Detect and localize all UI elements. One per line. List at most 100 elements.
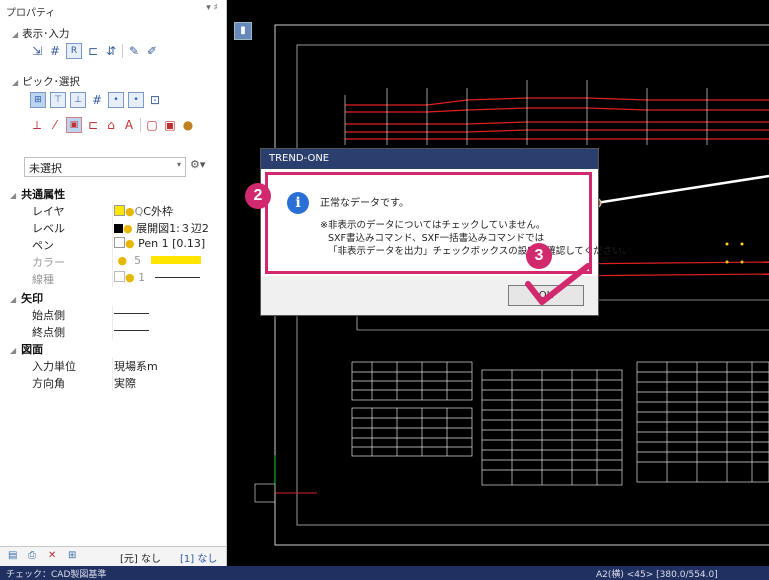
property-value: ● 1 bbox=[114, 271, 200, 284]
dropper-icon[interactable]: ✐ bbox=[145, 44, 159, 58]
panel-title: プロパティ bbox=[6, 8, 56, 19]
selection-filter-select[interactable]: 未選択 ▾ bbox=[24, 157, 186, 177]
display-toolbar: ⇲ # R ⊏ ⇵ ✎ ✐ bbox=[30, 43, 159, 59]
snap-icon[interactable]: ⊏ bbox=[86, 44, 100, 58]
select-window-icon[interactable]: ▢ bbox=[145, 118, 159, 132]
property-row-input-unit[interactable]: 入力単位 現場系m bbox=[16, 357, 221, 374]
tab-original[interactable]: [元] なし bbox=[120, 550, 161, 565]
panel-footer: ▤ ⎙ ✕ ⊞ [元] なし [1] なし bbox=[0, 546, 226, 567]
delete-icon[interactable]: ✕ bbox=[48, 550, 56, 561]
dialog-titlebar[interactable]: TREND-ONE bbox=[261, 149, 598, 169]
property-key: 入力単位 bbox=[32, 360, 76, 373]
grid-view-icon[interactable]: ⊞ bbox=[68, 550, 76, 561]
property-row-pen[interactable]: ペン ● Pen 1 [0.13] bbox=[16, 236, 221, 253]
select-rect-icon[interactable]: ▣ bbox=[66, 117, 82, 133]
property-value: 現場系m bbox=[114, 360, 158, 373]
view-info-icon[interactable]: ▮ bbox=[234, 22, 252, 40]
property-value: ● 展開図1:３辺2 bbox=[114, 220, 209, 236]
collapse-icon: ◢ bbox=[10, 346, 17, 355]
level-swatch bbox=[114, 224, 123, 233]
bulb-icon: ● bbox=[125, 205, 135, 218]
property-value: ●QC外枠 bbox=[114, 203, 173, 219]
selection-filter-value: 未選択 bbox=[29, 162, 62, 175]
property-row-layer[interactable]: レイヤ ●QC外枠 bbox=[16, 202, 221, 219]
arrow-line-preview bbox=[114, 330, 149, 331]
property-key: 線種 bbox=[32, 273, 54, 286]
property-key: カラー bbox=[32, 256, 65, 269]
select-polyline-icon[interactable]: ⁄ bbox=[48, 118, 62, 132]
filter-tool-icon[interactable]: ⚙▾ bbox=[190, 158, 205, 171]
pen-swatch bbox=[114, 237, 125, 248]
bulb-icon: ● bbox=[125, 271, 135, 284]
group-arrow[interactable]: ◢ 矢印 bbox=[10, 290, 43, 306]
layer-icon[interactable]: ▤ bbox=[8, 550, 17, 561]
grid-icon[interactable]: # bbox=[48, 44, 62, 58]
section-pick-select[interactable]: ◢ ピック･選択 bbox=[12, 74, 80, 89]
property-key: 始点側 bbox=[32, 309, 65, 322]
property-row-end-side[interactable]: 終点側 bbox=[16, 323, 221, 340]
group-common[interactable]: ◢ 共通属性 bbox=[10, 186, 65, 202]
layer-color-swatch bbox=[114, 205, 125, 216]
print-icon[interactable]: ⎙ bbox=[28, 550, 36, 561]
pick-toolbar-1: ⊞ ⊤ ⊥ # • • ⊡ bbox=[30, 92, 162, 108]
pick-toolbar-2: ⟂ ⁄ ▣ ⊏ ⌂ A ▢ ▣ ● bbox=[30, 117, 195, 133]
property-value bbox=[114, 324, 149, 337]
step-badge-2: 2 bbox=[245, 183, 271, 209]
color-swatch bbox=[150, 256, 201, 264]
pick-cross-icon[interactable]: # bbox=[90, 93, 104, 107]
property-row-color[interactable]: カラー ● 5 bbox=[16, 253, 221, 270]
section-display-input[interactable]: ◢ 表示･入力 bbox=[12, 26, 69, 41]
dialog-title: TREND-ONE bbox=[269, 153, 330, 164]
pick-line-icon[interactable]: ⊥ bbox=[70, 92, 86, 108]
pick-point-icon[interactable]: ⊤ bbox=[50, 92, 66, 108]
toolbar-separator bbox=[140, 118, 141, 132]
property-row-direction[interactable]: 方向角 実際 bbox=[16, 374, 221, 391]
collapse-icon: ◢ bbox=[10, 295, 17, 304]
layer-switch-icon[interactable]: ⇵ bbox=[104, 44, 118, 58]
property-key: レベル bbox=[32, 222, 65, 235]
select-house-icon[interactable]: ⌂ bbox=[104, 118, 118, 132]
select-line-icon[interactable]: ⟂ bbox=[30, 118, 44, 132]
bulb-icon: ● bbox=[125, 237, 135, 250]
status-right: A2(横) <45> [380.0/554.0] bbox=[596, 570, 718, 580]
chevron-down-icon: ▾ bbox=[176, 160, 181, 169]
property-value bbox=[114, 307, 149, 320]
status-left: チェック：CAD製図基準 bbox=[6, 570, 107, 580]
bulb-icon: ● bbox=[117, 254, 128, 267]
arrow-line-preview bbox=[114, 313, 149, 314]
toolbar-separator bbox=[122, 44, 123, 58]
pick-end-icon[interactable]: • bbox=[108, 92, 124, 108]
select-bag-icon[interactable]: ● bbox=[181, 118, 195, 132]
cursor-icon[interactable]: ⇲ bbox=[30, 44, 44, 58]
pick-ref-icon[interactable]: ⊡ bbox=[148, 93, 162, 107]
pick-all-icon[interactable]: ⊞ bbox=[30, 92, 46, 108]
property-key: レイヤ bbox=[32, 205, 65, 218]
panel-pin-button[interactable]: ▾ ♯ bbox=[206, 3, 218, 13]
linetype-swatch bbox=[114, 271, 125, 282]
collapse-icon: ◢ bbox=[10, 191, 17, 200]
property-key: ペン bbox=[32, 239, 54, 252]
select-text-icon[interactable]: A bbox=[122, 118, 136, 132]
bulb-icon: ● bbox=[123, 222, 133, 235]
search-icon: Q bbox=[134, 205, 144, 218]
reference-icon[interactable]: R bbox=[66, 43, 82, 59]
collapse-icon: ◢ bbox=[12, 78, 19, 87]
property-key: 方向角 bbox=[32, 377, 65, 390]
property-row-start-side[interactable]: 始点側 bbox=[16, 306, 221, 323]
property-panel: プロパティ ▾ ♯ ◢ 表示･入力 ⇲ # R ⊏ ⇵ ✎ ✐ ◢ ピック･選択 ⊞… bbox=[0, 0, 227, 567]
collapse-icon: ◢ bbox=[12, 30, 19, 39]
property-value: 実際 bbox=[114, 377, 136, 390]
group-drawing[interactable]: ◢ 図面 bbox=[10, 341, 43, 357]
property-key: 終点側 bbox=[32, 326, 65, 339]
property-value: ● Pen 1 [0.13] bbox=[114, 237, 205, 250]
select-crossing-icon[interactable]: ▣ bbox=[163, 118, 177, 132]
select-symbol-icon[interactable]: ⊏ bbox=[86, 118, 100, 132]
tab-1[interactable]: [1] なし bbox=[180, 550, 217, 565]
property-value: ● 5 bbox=[114, 254, 201, 267]
status-bar: チェック：CAD製図基準 A2(横) <45> [380.0/554.0] bbox=[0, 566, 769, 580]
pen-icon[interactable]: ✎ bbox=[127, 44, 141, 58]
property-row-level[interactable]: レベル ● 展開図1:３辺2 bbox=[16, 219, 221, 236]
pick-mid-icon[interactable]: • bbox=[128, 92, 144, 108]
linetype-preview bbox=[154, 277, 200, 278]
property-row-linetype[interactable]: 線種 ● 1 bbox=[16, 270, 221, 287]
